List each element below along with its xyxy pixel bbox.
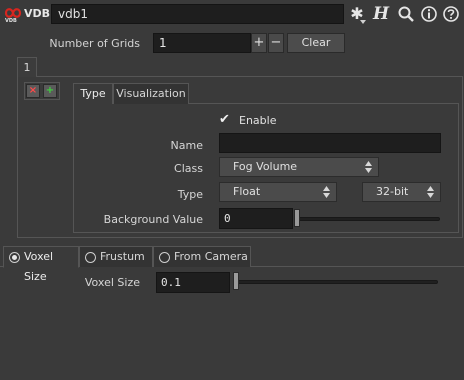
name-field[interactable]: [219, 133, 441, 153]
remove-instance-button[interactable]: ×: [26, 84, 40, 98]
voxel-size-label: Voxel Size: [84, 276, 140, 289]
precision-dropdown[interactable]: 32-bit: [362, 182, 441, 202]
name-label: Name: [170, 139, 203, 152]
tab-grid-instance-1[interactable]: 1: [17, 57, 37, 77]
background-value-slider-handle[interactable]: [294, 209, 300, 227]
class-dropdown-value: Fog Volume: [233, 160, 298, 173]
tab-visualization[interactable]: Visualization: [113, 83, 189, 104]
number-of-grids-label: Number of Grids: [49, 37, 140, 50]
class-dropdown[interactable]: Fog Volume: [219, 157, 379, 177]
enable-label: Enable: [239, 114, 277, 127]
tab-frustum[interactable]: Frustum: [79, 246, 153, 267]
type-dropdown[interactable]: Float: [219, 182, 337, 202]
info-icon[interactable]: [420, 5, 438, 23]
class-label: Class: [174, 162, 203, 175]
voxel-size-field[interactable]: 0.1: [156, 272, 230, 293]
type-label: Type: [177, 188, 203, 201]
node-type-label: VDB: [24, 7, 51, 20]
dropdown-arrows-icon: [427, 186, 434, 198]
dropdown-arrows-icon: [365, 161, 372, 173]
help-circle-icon[interactable]: [442, 5, 460, 23]
precision-dropdown-value: 32-bit: [376, 185, 409, 198]
voxel-size-radio[interactable]: [9, 252, 20, 263]
tab-from-camera[interactable]: From Camera: [153, 246, 251, 267]
help-h-icon[interactable]: H: [372, 5, 390, 23]
tab-frustum-label: Frustum: [100, 250, 145, 263]
enable-checkbox[interactable]: ✔: [219, 113, 233, 127]
voxel-size-slider-handle[interactable]: [233, 272, 239, 290]
number-of-grids-field[interactable]: 1: [153, 33, 251, 53]
tab-type[interactable]: Type: [73, 83, 113, 104]
insert-instance-button[interactable]: +: [43, 84, 57, 98]
remove-grid-button[interactable]: −: [268, 33, 284, 53]
search-icon[interactable]: [397, 5, 415, 23]
voxel-size-slider[interactable]: [236, 280, 438, 284]
background-value-label: Background Value: [103, 213, 203, 226]
add-grid-button[interactable]: +: [251, 33, 267, 53]
dropdown-arrows-icon: [323, 186, 330, 198]
type-dropdown-value: Float: [233, 185, 261, 198]
background-value-field[interactable]: 0: [219, 208, 293, 229]
vdb-logo-icon: VDB: [4, 8, 22, 23]
frustum-radio[interactable]: [85, 252, 96, 263]
node-name-field[interactable]: vdb1: [51, 4, 344, 24]
svg-text:VDB: VDB: [5, 18, 17, 23]
from-camera-radio[interactable]: [159, 252, 170, 263]
tab-voxel-size[interactable]: Voxel Size: [3, 246, 79, 283]
clear-button[interactable]: Clear: [287, 33, 345, 53]
background-value-slider[interactable]: [298, 217, 440, 221]
tab-from-camera-label: From Camera: [174, 250, 248, 263]
gear-icon[interactable]: ✱: [348, 5, 366, 24]
